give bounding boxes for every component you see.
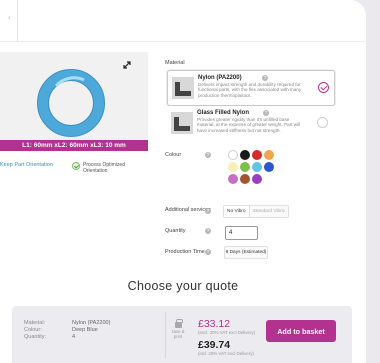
- colour-swatch[interactable]: [240, 174, 250, 184]
- production-time-label: Production Time: [165, 249, 205, 255]
- material-desc: Delivers impact strength and durability …: [198, 82, 302, 98]
- service-no-vibro[interactable]: No Vibro: [224, 206, 250, 217]
- optimized-orientation-label: Process Optimized Orientation: [83, 162, 125, 174]
- material-radio[interactable]: [318, 82, 329, 93]
- help-icon[interactable]: ?: [263, 110, 269, 116]
- quote-row-label: Quantity:: [24, 334, 47, 340]
- expand-icon[interactable]: [122, 60, 132, 70]
- material-thumbnail: [172, 77, 194, 99]
- colour-label: Colour: [165, 152, 182, 158]
- optimized-orientation-option[interactable]: Process Optimized Orientation: [72, 162, 133, 174]
- material-name: Nylon (PA2200): [198, 75, 242, 81]
- quote-row-value: Nylon (PA2200): [72, 320, 111, 326]
- quote-title: Choose your quote: [127, 279, 239, 293]
- quantity-label: Quantity: [165, 228, 186, 234]
- price-incl-vat: £39.74: [198, 339, 231, 351]
- colour-swatch[interactable]: [228, 174, 238, 184]
- ring-model: [37, 69, 105, 137]
- print-icon: [174, 319, 183, 328]
- quote-row-label: Material:: [24, 320, 46, 326]
- colour-swatch[interactable]: [240, 162, 250, 172]
- quote-row-value: Deep Blue: [72, 327, 98, 333]
- add-to-basket-button[interactable]: Add to basket: [266, 320, 336, 342]
- configurator-card: ‹ L1: 60mm xL2: 60mm xL3: 10 mm Keep Par…: [0, 0, 366, 363]
- colour-swatch[interactable]: [240, 150, 250, 160]
- check-icon: [72, 162, 80, 170]
- help-icon[interactable]: ?: [205, 249, 211, 255]
- dimensions-bar: L1: 60mm xL2: 60mm xL3: 10 mm: [0, 140, 148, 151]
- quote-row-value: 4: [72, 334, 76, 340]
- material-option-glass-filled[interactable]: Glass Filled Nylon ? Provides greater ri…: [167, 106, 335, 142]
- services-toggle: No Vibro Standard Vibro: [223, 205, 289, 218]
- material-desc: Provides greater rigidity than it's unfi…: [197, 117, 301, 133]
- chevron-left-icon: ‹: [8, 12, 11, 22]
- colour-swatch[interactable]: [252, 162, 262, 172]
- material-radio[interactable]: [317, 117, 328, 128]
- price-excl-vat: £33.12: [198, 318, 231, 330]
- material-thumbnail: [171, 112, 193, 134]
- price-excl-note: (excl. 20% VAT excl Delivery): [198, 330, 256, 335]
- colour-swatch[interactable]: [228, 150, 238, 160]
- save-print-button[interactable]: save & print: [167, 319, 189, 339]
- colour-swatch[interactable]: [264, 150, 274, 160]
- page-gutter: [366, 0, 380, 363]
- quantity-input[interactable]: 4: [225, 226, 258, 240]
- services-label: Additional services: [165, 207, 211, 213]
- colour-swatch[interactable]: [252, 174, 262, 184]
- keep-orientation-option[interactable]: Keep Part Orientation: [0, 162, 53, 168]
- material-name: Glass Filled Nylon: [197, 110, 250, 116]
- help-icon[interactable]: ?: [205, 208, 211, 214]
- quote-row-label: Colour:: [24, 327, 42, 333]
- back-tab[interactable]: ‹: [0, 0, 18, 42]
- production-time-value: 8 Days (Estimated): [224, 246, 268, 259]
- help-icon[interactable]: ?: [262, 75, 268, 81]
- service-standard-vibro[interactable]: Standard Vibro: [250, 206, 288, 217]
- material-label: Material: [165, 60, 185, 66]
- material-option-nylon[interactable]: Nylon (PA2200) ? Delivers impact strengt…: [167, 70, 335, 106]
- divider: [165, 312, 166, 358]
- price-incl-note: (incl. 20% VAT excl Delivery): [198, 351, 254, 356]
- colour-swatch[interactable]: [228, 162, 238, 172]
- save-print-label: save & print: [171, 329, 185, 339]
- help-icon[interactable]: ?: [205, 228, 211, 234]
- colour-swatch[interactable]: [252, 150, 262, 160]
- colour-swatch[interactable]: [264, 162, 274, 172]
- top-bar: ‹: [0, 0, 366, 42]
- help-icon[interactable]: ?: [205, 152, 211, 158]
